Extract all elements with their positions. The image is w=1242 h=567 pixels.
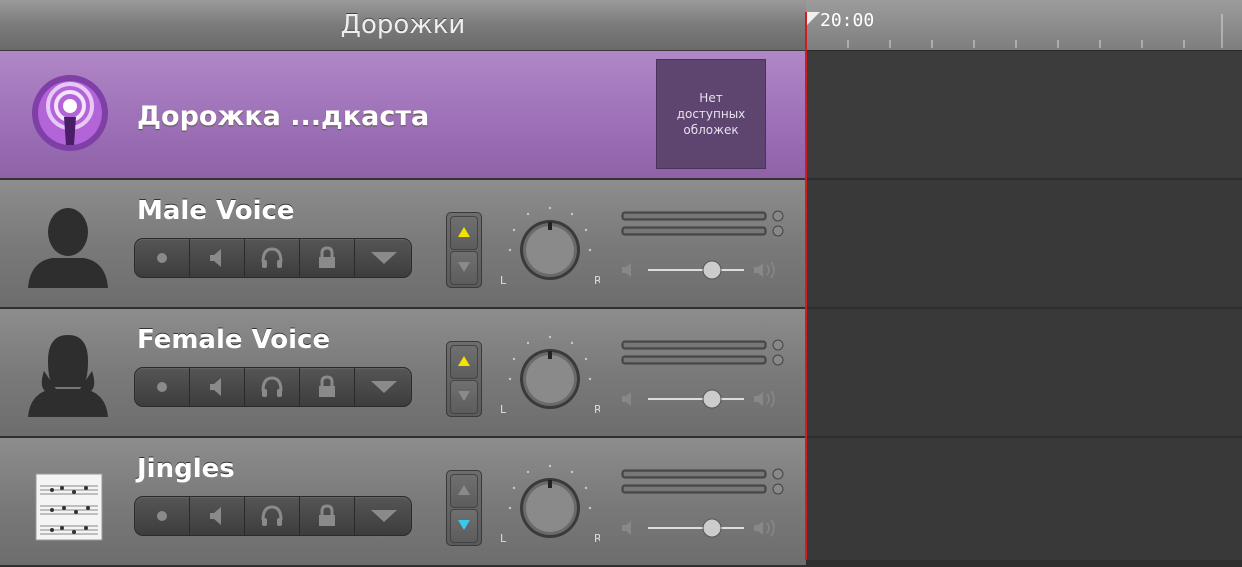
volume-slider[interactable] <box>620 387 790 411</box>
playhead-marker-icon[interactable] <box>806 12 820 26</box>
expand-arrow-icon <box>371 381 397 393</box>
expand-arrow-icon <box>371 510 397 522</box>
solo-button[interactable] <box>245 368 300 406</box>
lock-icon <box>319 375 335 397</box>
record-icon <box>157 511 167 521</box>
up-arrow-button[interactable] <box>450 216 478 250</box>
playhead-line[interactable] <box>805 12 807 560</box>
lock-button[interactable] <box>300 239 355 277</box>
pan-left-label: L <box>500 532 507 545</box>
record-icon <box>157 382 167 392</box>
artwork-placeholder[interactable]: Нет доступных обложек <box>656 59 766 169</box>
volume-slider[interactable] <box>620 516 790 540</box>
lock-button[interactable] <box>300 368 355 406</box>
record-button[interactable] <box>135 368 190 406</box>
solo-button[interactable] <box>245 497 300 535</box>
track-controls <box>134 367 412 407</box>
headphones-icon <box>261 505 283 526</box>
pan-left-label: L <box>500 403 507 416</box>
volume-low-icon <box>622 263 631 277</box>
headphones-icon <box>261 376 283 397</box>
lock-icon <box>319 246 335 268</box>
up-arrow-icon <box>458 356 470 366</box>
track-name[interactable]: Male Voice <box>137 196 295 226</box>
level-meters <box>621 339 784 366</box>
mute-icon <box>210 378 221 396</box>
lock-icon <box>319 504 335 526</box>
pan-knob[interactable]: L R <box>500 460 600 548</box>
record-icon <box>157 253 167 263</box>
down-arrow-button[interactable] <box>450 380 478 414</box>
level-meters <box>621 468 784 495</box>
record-button[interactable] <box>135 497 190 535</box>
track-name[interactable]: Jingles <box>137 454 235 484</box>
pan-right-label: R <box>594 403 600 416</box>
expand-button[interactable] <box>355 497 410 535</box>
timeline-ruler[interactable]: 20:00 <box>806 0 1242 52</box>
up-arrow-icon <box>458 227 470 237</box>
volume-low-icon <box>622 521 631 535</box>
down-arrow-button[interactable] <box>450 509 478 543</box>
pan-knob[interactable]: L R <box>500 202 600 290</box>
pan-right-label: R <box>594 274 600 287</box>
volume-high-icon <box>754 392 763 406</box>
pan-right-label: R <box>594 532 600 545</box>
mute-button[interactable] <box>190 368 245 406</box>
mute-icon <box>210 249 221 267</box>
podcast-track[interactable]: Дорожка ...дкаста Нет доступных обложек <box>0 51 806 180</box>
artwork-text-3: обложек <box>683 123 739 137</box>
mute-button[interactable] <box>190 497 245 535</box>
tracks-header-title: Дорожки <box>340 10 466 40</box>
down-arrow-icon <box>458 391 470 401</box>
podcast-track-title: Дорожка ...дкаста <box>137 101 430 132</box>
volume-low-icon <box>622 392 631 406</box>
timeline-area[interactable]: 20:00 <box>806 0 1242 562</box>
volume-slider[interactable] <box>620 258 790 282</box>
expand-button[interactable] <box>355 239 410 277</box>
mute-button[interactable] <box>190 239 245 277</box>
track-name[interactable]: Female Voice <box>137 325 330 355</box>
pan-knob[interactable]: L R <box>500 331 600 419</box>
track-female-voice[interactable]: Female Voice L R <box>0 309 806 438</box>
down-arrow-icon <box>458 520 470 530</box>
sheet-music-icon <box>35 473 103 541</box>
lane-female-voice[interactable] <box>806 309 1242 438</box>
track-jingles[interactable]: Jingles L R <box>0 438 806 567</box>
solo-button[interactable] <box>245 239 300 277</box>
up-arrow-icon <box>458 485 470 495</box>
lane-podcast[interactable] <box>806 51 1242 180</box>
arrow-buttons <box>446 470 482 546</box>
track-headers-panel: Дорожки Дорожка ...дкаста Нет доступных … <box>0 0 806 567</box>
down-arrow-button[interactable] <box>450 251 478 285</box>
ruler-start-time: 20:00 <box>820 10 875 31</box>
headphones-icon <box>261 247 283 268</box>
artwork-text-1: Нет <box>699 91 723 105</box>
arrow-buttons <box>446 212 482 288</box>
level-meters <box>621 210 784 237</box>
volume-high-icon <box>754 521 763 535</box>
record-button[interactable] <box>135 239 190 277</box>
tracks-header: Дорожки <box>0 0 806 51</box>
male-silhouette-icon <box>28 208 108 288</box>
lane-jingles[interactable] <box>806 438 1242 562</box>
track-controls <box>134 238 412 278</box>
lane-male-voice[interactable] <box>806 180 1242 309</box>
up-arrow-button[interactable] <box>450 474 478 508</box>
expand-arrow-icon <box>371 252 397 264</box>
track-male-voice[interactable]: Male Voice L R <box>0 180 806 309</box>
mute-icon <box>210 507 221 525</box>
artwork-text-2: доступных <box>676 107 746 121</box>
podcast-icon <box>32 75 108 151</box>
female-silhouette-icon <box>28 335 108 417</box>
track-controls <box>134 496 412 536</box>
volume-high-icon <box>754 263 763 277</box>
up-arrow-button[interactable] <box>450 345 478 379</box>
expand-button[interactable] <box>355 368 410 406</box>
pan-left-label: L <box>500 274 507 287</box>
down-arrow-icon <box>458 262 470 272</box>
lock-button[interactable] <box>300 497 355 535</box>
arrow-buttons <box>446 341 482 417</box>
